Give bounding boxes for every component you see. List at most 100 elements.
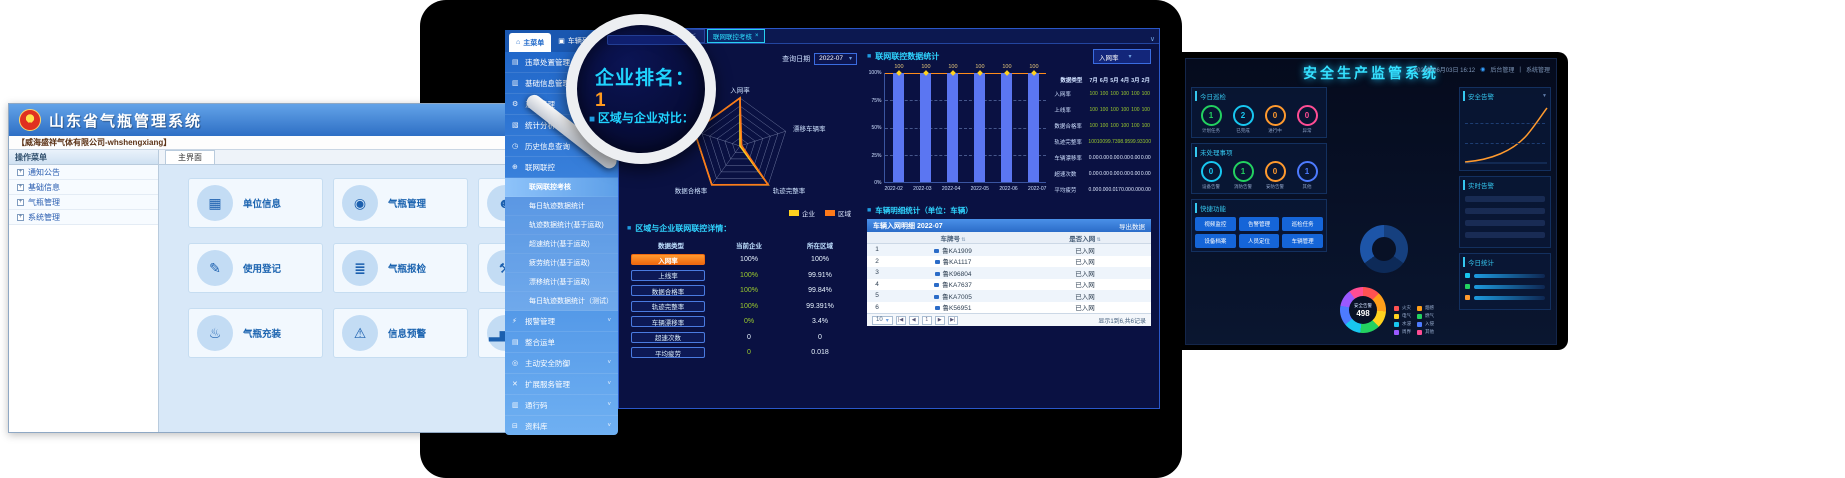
dark-donut-chart (1360, 225, 1408, 273)
list-item (1465, 196, 1545, 202)
menu-item[interactable]: ⊟ 资料库 ˅ (505, 416, 618, 435)
shortcut-button[interactable]: 人员定位 (1239, 234, 1280, 248)
menu-item[interactable]: ✕ 扩展服务管理 ˅ (505, 374, 618, 395)
user-label[interactable]: 后台管理 (1490, 65, 1514, 74)
sidebar-header: 操作菜单 (9, 150, 158, 165)
first-page-button[interactable] (896, 316, 906, 325)
expand-plus-icon[interactable]: + (17, 199, 24, 206)
data-type-pill[interactable]: 入网率 (631, 254, 705, 265)
submenu-item[interactable]: 联网联控考核 (505, 178, 618, 197)
page-size-select[interactable]: 10 (872, 316, 893, 325)
module-card[interactable]: ◉ 气瓶管理 (333, 178, 468, 228)
module-label: 信息预警 (388, 326, 426, 340)
status-column-header[interactable]: 是否入网 (1019, 233, 1151, 243)
module-label: 使用登记 (243, 261, 281, 275)
module-card[interactable]: ▂▅▇ (478, 308, 507, 358)
system-label[interactable]: 系统管理 (1526, 65, 1550, 74)
close-icon[interactable]: × (755, 33, 759, 39)
detail-row: 平均疲劳 0 0.018 (627, 345, 857, 361)
current-value: 0 (715, 349, 783, 356)
page-number[interactable]: 1 (922, 316, 932, 325)
last-page-button[interactable] (948, 316, 958, 325)
detail-row: 超速次数 0 0 (627, 330, 857, 346)
column-header: 4月 (1120, 76, 1130, 84)
module-card[interactable]: ☻ (478, 178, 507, 228)
legend-item: 周界 (1394, 329, 1411, 335)
submenu-item[interactable]: 疲劳统计(基于运政) (505, 254, 618, 273)
expand-plus-icon[interactable]: + (17, 184, 24, 191)
svg-text:轨迹完整率: 轨迹完整率 (773, 186, 806, 195)
prev-page-button[interactable] (909, 316, 919, 325)
shortcut-button[interactable]: 告警管理 (1239, 217, 1280, 231)
content-tab[interactable]: 联网联控考核 × (707, 29, 765, 43)
data-type-pill[interactable]: 车辆漂移率 (631, 316, 705, 327)
menu-item[interactable]: ◎ 主动安全防御 ˅ (505, 353, 618, 374)
cell-value: 0.00 (1109, 155, 1119, 161)
data-type-pill[interactable]: 轨迹完整率 (631, 301, 705, 312)
list-item (1465, 232, 1545, 238)
chevron-down-icon[interactable]: ▼ (1542, 93, 1547, 99)
submenu-item[interactable]: 超速统计(基于运政) (505, 235, 618, 254)
chevron-down-icon: ˅ (607, 402, 611, 408)
tab-main[interactable]: 主界面 (165, 150, 215, 164)
plate-number: 鲁KA1117 (943, 259, 972, 266)
submenu-item[interactable]: 每日轨迹数据统计（测试） (505, 292, 618, 311)
data-type-pill[interactable]: 数据合格率 (631, 285, 705, 296)
export-button[interactable]: 导出数据 (1119, 221, 1145, 231)
module-card[interactable]: ⚠ 信息预警 (333, 308, 468, 358)
next-page-button[interactable] (935, 316, 945, 325)
module-card[interactable]: ♨ 气瓶充装 (188, 308, 323, 358)
submenu-item[interactable]: 每日轨迹数据统计 (505, 197, 618, 216)
sidebar-item[interactable]: + 系统管理 (9, 210, 158, 225)
current-value: 0 (715, 334, 783, 341)
data-type-pill[interactable]: 上线率 (631, 270, 705, 281)
legend-item: 其他 (1417, 329, 1434, 335)
expand-plus-icon[interactable]: + (17, 214, 24, 221)
sidebar-tab[interactable]: ⌂ 主菜单 (509, 33, 551, 52)
menu-icon: ⊟ (512, 422, 522, 430)
sidebar-item[interactable]: + 通知公告 (9, 165, 158, 180)
menu-label: 资料库 (525, 421, 548, 432)
menu-item[interactable]: ▥ 通行码 ˅ (505, 395, 618, 416)
shortcut-button[interactable]: 巡检任务 (1282, 217, 1323, 231)
module-icon: ⚒ (487, 250, 507, 286)
chevron-down-icon[interactable]: ∨ (1146, 35, 1159, 43)
legend-item: 水浸 (1394, 321, 1411, 327)
module-card[interactable]: ≣ 气瓶报检 (333, 243, 468, 293)
module-card[interactable]: ⚒ (478, 243, 507, 293)
module-card[interactable]: ✎ 使用登记 (188, 243, 323, 293)
detail-section-title: 区域与企业联网联控详情： (627, 223, 857, 234)
table-row[interactable]: 1 鲁KA1909 已入网 (867, 244, 1151, 256)
table-row[interactable]: 6 鲁K56951 已入网 (867, 302, 1151, 314)
menu-item[interactable]: ▤ 整合运单 (505, 332, 618, 353)
sidebar-item[interactable]: + 基础信息 (9, 180, 158, 195)
plate-number: 鲁K96804 (943, 271, 972, 278)
data-type-pill[interactable]: 平均疲劳 (631, 347, 705, 358)
shortcut-button[interactable]: 车辆管理 (1282, 234, 1323, 248)
expand-plus-icon[interactable]: + (17, 169, 24, 176)
sidebar-item[interactable]: + 气瓶管理 (9, 195, 158, 210)
data-type-pill[interactable]: 超速次数 (631, 332, 705, 343)
cell-value: 0.00 (1088, 171, 1098, 177)
car-icon (935, 306, 940, 310)
shortcut-button[interactable]: 视频监控 (1195, 217, 1236, 231)
window-header: ★ 山东省气瓶管理系统 (9, 104, 507, 136)
detail-row: 入网率 100% 100% (627, 252, 857, 268)
submenu-item[interactable]: 轨迹数据统计(基于运政) (505, 216, 618, 235)
module-card[interactable]: ▦ 单位信息 (188, 178, 323, 228)
table-row[interactable]: 2 鲁KA1117 已入网 (867, 256, 1151, 268)
shortcut-button[interactable]: 设备档案 (1195, 234, 1236, 248)
row-label: 车辆漂移率 (1054, 154, 1088, 162)
table-row[interactable]: 3 鲁K96804 已入网 (867, 267, 1151, 279)
plate-column-header[interactable]: 车牌号 (887, 233, 1019, 243)
metric-dropdown[interactable]: 入网率 (1093, 49, 1151, 64)
table-row[interactable]: 4 鲁KA7637 已入网 (867, 279, 1151, 291)
menu-item[interactable]: ⚡ 报警管理 ˅ (505, 311, 618, 332)
query-date-select[interactable]: 2022-07 (814, 53, 857, 65)
plate-cell: 鲁KA7637 (887, 279, 1019, 289)
car-icon (935, 260, 940, 264)
ring-stats: 1 计划任务 2 已完成 0 进行中 (1195, 105, 1323, 134)
submenu-item[interactable]: 漂移统计(基于运政) (505, 273, 618, 292)
table-row[interactable]: 5 鲁KA7005 已入网 (867, 290, 1151, 302)
ring-stats: 0 设备告警 1 消防告警 0 安防告警 (1195, 161, 1323, 190)
